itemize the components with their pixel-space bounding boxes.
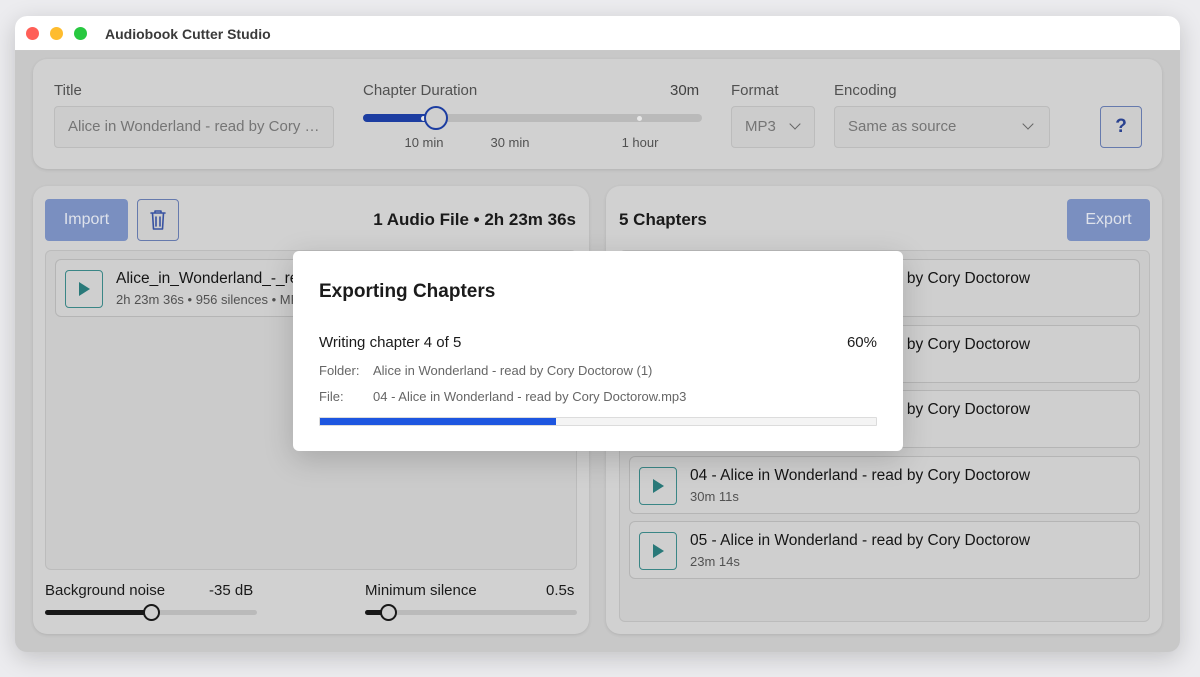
export-progress-fill xyxy=(320,418,557,425)
file-value: 04 - Alice in Wonderland - read by Cory … xyxy=(373,389,687,404)
folder-label: Folder: xyxy=(319,363,360,378)
folder-value: Alice in Wonderland - read by Cory Docto… xyxy=(373,363,653,378)
file-label: File: xyxy=(319,389,344,404)
close-window-button[interactable] xyxy=(26,27,39,40)
minimize-window-button[interactable] xyxy=(50,27,63,40)
dialog-title: Exporting Chapters xyxy=(319,281,496,302)
export-progress-bar xyxy=(319,417,877,426)
export-percent: 60% xyxy=(846,334,877,351)
title-bar: Audiobook Cutter Studio xyxy=(15,16,1180,51)
export-progress-dialog: Exporting Chapters Writing chapter 4 of … xyxy=(293,251,903,451)
window-title: Audiobook Cutter Studio xyxy=(105,26,271,42)
export-status: Writing chapter 4 of 5 xyxy=(319,334,462,351)
maximize-window-button[interactable] xyxy=(74,27,87,40)
